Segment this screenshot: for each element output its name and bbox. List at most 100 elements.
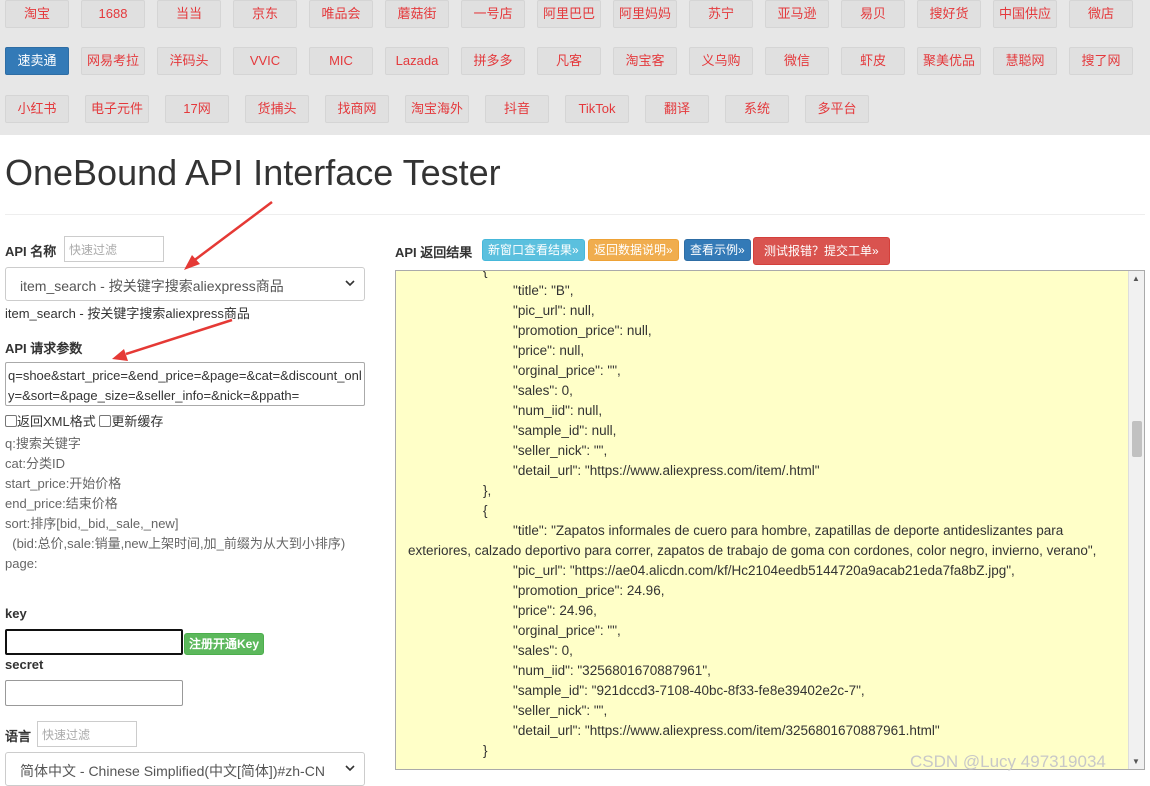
- param-hint: q:搜索关键字: [5, 436, 81, 451]
- param-hint: page:: [5, 556, 38, 571]
- nav-button[interactable]: VVIC: [233, 47, 297, 75]
- scrollbar-thumb[interactable]: [1132, 421, 1142, 457]
- nav-button[interactable]: 淘宝客: [613, 47, 677, 75]
- language-select[interactable]: 简体中文 - Chinese Simplified(中文[简体])#zh-CN: [5, 752, 365, 786]
- api-select[interactable]: item_search - 按关键字搜索aliexpress商品: [5, 267, 365, 301]
- nav-button[interactable]: 阿里妈妈: [613, 0, 677, 28]
- json-line: "promotion_price": null,: [408, 323, 652, 338]
- json-line: "pic_url": "https://ae04.alicdn.com/kf/H…: [408, 563, 1015, 578]
- api-select-value: item_search - 按关键字搜索aliexpress商品: [20, 278, 284, 294]
- report-issue-button[interactable]: 测试报错？提交工单»: [753, 237, 890, 265]
- nav-button[interactable]: 阿里巴巴: [537, 0, 601, 28]
- nav-button[interactable]: 京东: [233, 0, 297, 28]
- json-line: {: [408, 270, 488, 278]
- nav-button[interactable]: 凡客: [537, 47, 601, 75]
- json-line: "sales": 0,: [408, 643, 573, 658]
- nav-button[interactable]: 系统: [725, 95, 789, 123]
- nav-button[interactable]: 拼多多: [461, 47, 525, 75]
- json-line: "price": null,: [408, 343, 585, 358]
- param-hint: end_price:结束价格: [5, 496, 118, 511]
- json-line: "num_iid": null,: [408, 403, 603, 418]
- nav-button[interactable]: 亚马逊: [765, 0, 829, 28]
- new-window-button[interactable]: 新窗口查看结果»: [482, 239, 585, 261]
- json-line: "title": "B",: [408, 283, 574, 298]
- scrollbar[interactable]: ▲ ▼: [1128, 271, 1144, 769]
- xml-checkbox[interactable]: [5, 415, 17, 427]
- scroll-up-icon[interactable]: ▲: [1132, 274, 1140, 283]
- register-key-button[interactable]: 注册开通Key: [184, 633, 265, 655]
- nav-button[interactable]: 小红书: [5, 95, 69, 123]
- secret-input[interactable]: [5, 680, 183, 706]
- nav-button[interactable]: 当当: [157, 0, 221, 28]
- nav-button[interactable]: 电子元件: [85, 95, 149, 123]
- nav-button[interactable]: 微店: [1069, 0, 1133, 28]
- json-line: "orginal_price": "",: [408, 363, 621, 378]
- options-row: 返回XML格式 更新缓存: [5, 411, 163, 430]
- nav-button[interactable]: 多平台: [805, 95, 869, 123]
- nav-button[interactable]: 蘑菇街: [385, 0, 449, 28]
- cache-checkbox-label: 更新缓存: [111, 414, 164, 429]
- nav-button[interactable]: 唯品会: [309, 0, 373, 28]
- data-desc-button[interactable]: 返回数据说明»: [588, 239, 679, 261]
- result-panel[interactable]: { "title": "B", "pic_url": null, "promot…: [395, 270, 1145, 770]
- example-button[interactable]: 查看示例»: [684, 239, 751, 261]
- key-input[interactable]: [5, 629, 183, 655]
- nav-button[interactable]: 搜好货: [917, 0, 981, 28]
- annotation-arrow: [125, 318, 233, 356]
- json-line: "pic_url": null,: [408, 303, 595, 318]
- language-label: 语言: [5, 729, 32, 744]
- nav-button[interactable]: 翻译: [645, 95, 709, 123]
- nav-button[interactable]: TikTok: [565, 95, 629, 123]
- api-filter-input[interactable]: 快速过滤: [64, 236, 164, 262]
- json-line: "sales": 0,: [408, 383, 573, 398]
- param-hint: (bid:总价,sale:销量,new上架时间,加_前缀为从大到小排序): [5, 536, 346, 551]
- api-description: item_search - 按关键字搜索aliexpress商品: [5, 306, 250, 321]
- nav-button[interactable]: 中国供应: [993, 0, 1057, 28]
- nav-button[interactable]: 货捕头: [245, 95, 309, 123]
- nav-button[interactable]: MIC: [309, 47, 373, 75]
- xml-checkbox-label: 返回XML格式: [17, 414, 96, 429]
- json-line: {: [408, 503, 488, 518]
- nav-button[interactable]: 聚美优品: [917, 47, 981, 75]
- nav-button[interactable]: Lazada: [385, 47, 449, 75]
- key-label: key: [5, 606, 27, 621]
- param-hint: sort:排序[bid,_bid,_sale,_new]: [5, 516, 179, 531]
- nav-button[interactable]: 虾皮: [841, 47, 905, 75]
- nav-button[interactable]: 17网: [165, 95, 229, 123]
- chevron-down-icon: [345, 280, 355, 287]
- nav-button[interactable]: 微信: [765, 47, 829, 75]
- nav-button[interactable]: 慧聪网: [993, 47, 1057, 75]
- annotation-arrow: [191, 201, 273, 263]
- param-hint: cat:分类ID: [5, 456, 65, 471]
- params-textarea[interactable]: q=shoe&start_price=&end_price=&page=&cat…: [5, 362, 365, 406]
- json-line: },: [408, 483, 492, 498]
- json-line: "price": 24.96,: [408, 603, 597, 618]
- nav-button[interactable]: 洋码头: [157, 47, 221, 75]
- nav-button[interactable]: 抖音: [485, 95, 549, 123]
- nav-button[interactable]: 搜了网: [1069, 47, 1133, 75]
- result-label: API 返回结果: [395, 245, 473, 260]
- scroll-down-icon[interactable]: ▼: [1132, 757, 1140, 766]
- nav-button[interactable]: 苏宁: [689, 0, 753, 28]
- secret-label: secret: [5, 657, 44, 672]
- nav-button[interactable]: 易贝: [841, 0, 905, 28]
- nav-button[interactable]: 淘宝: [5, 0, 69, 28]
- nav-button[interactable]: 义乌购: [689, 47, 753, 75]
- arrowhead-icon: [112, 349, 128, 361]
- language-select-value: 简体中文 - Chinese Simplified(中文[简体])#zh-CN: [20, 763, 325, 779]
- param-hints: q:搜索关键字 cat:分类ID start_price:开始价格 end_price…: [5, 434, 365, 574]
- language-filter-input[interactable]: 快速过滤: [37, 721, 137, 747]
- json-line: "seller_nick": "",: [408, 443, 608, 458]
- nav-button[interactable]: 网易考拉: [81, 47, 145, 75]
- divider: [5, 214, 1145, 215]
- json-line: "title": "Zapatos informales de cuero pa…: [408, 523, 1097, 558]
- nav-button[interactable]: 一号店: [461, 0, 525, 28]
- nav-button[interactable]: 1688: [81, 0, 145, 28]
- nav-button[interactable]: 速卖通: [5, 47, 69, 75]
- json-line: "sample_id": "921dccd3-7108-40bc-8f33-fe…: [408, 683, 865, 698]
- cache-checkbox[interactable]: [99, 415, 112, 427]
- page-title: OneBound API Interface Tester: [5, 152, 501, 193]
- nav-button[interactable]: 找商网: [325, 95, 389, 123]
- watermark: CSDN @Lucy 497319034: [910, 752, 1106, 771]
- nav-button[interactable]: 淘宝海外: [405, 95, 469, 123]
